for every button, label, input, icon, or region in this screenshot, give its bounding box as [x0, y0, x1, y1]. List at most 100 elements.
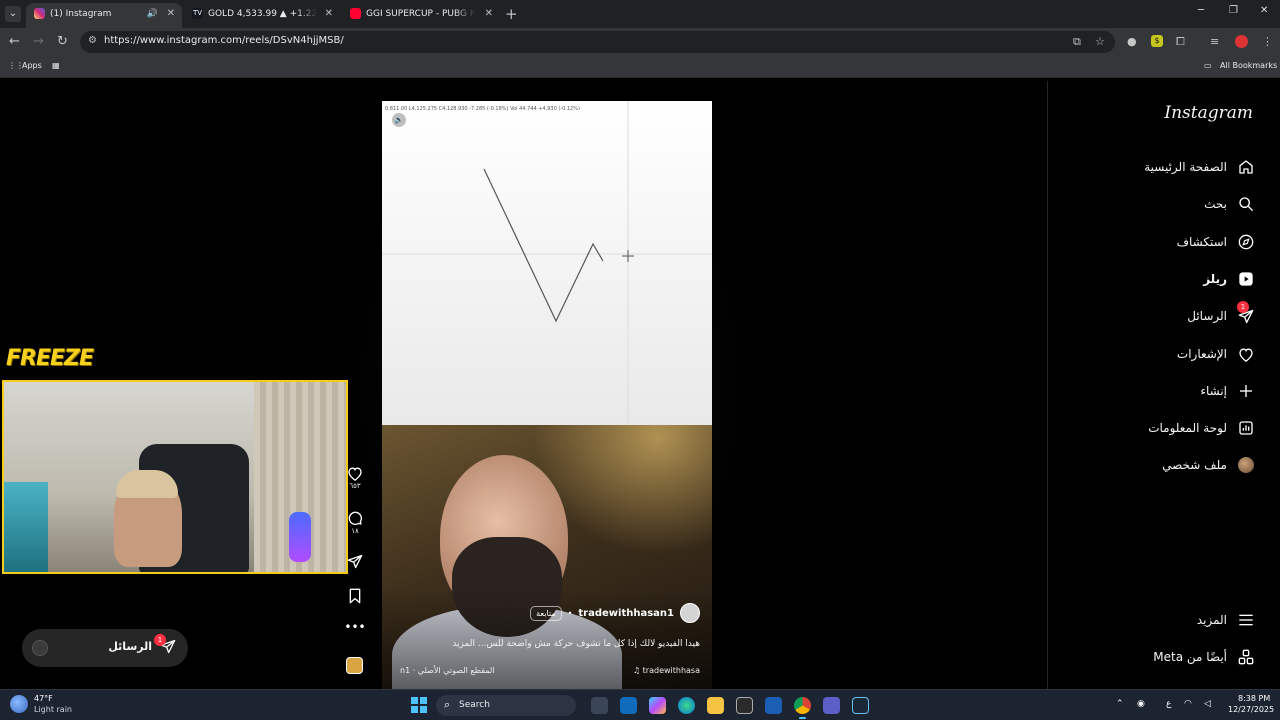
- messages-pill-label[interactable]: الرسائل: [108, 640, 152, 653]
- tab-gold[interactable]: TV GOLD 4,533.99 ▲ +1.22% Unna ✕: [184, 3, 340, 28]
- copilot-icon[interactable]: [649, 697, 666, 714]
- clock-time[interactable]: 8:38 PM: [1238, 694, 1270, 703]
- tray-overflow-icon[interactable]: ⌃: [1116, 699, 1124, 709]
- clock-date[interactable]: 12/27/2025: [1228, 705, 1274, 714]
- tab-search-button[interactable]: ⌄: [5, 6, 21, 22]
- messages-pill[interactable]: الرسائل 1: [22, 629, 188, 667]
- close-tab-icon[interactable]: ✕: [167, 3, 175, 25]
- bookmarks-bar: ⋮⋮ Apps ▦ ▭ All Bookmarks: [0, 56, 1280, 78]
- tab-groups-icon[interactable]: ▦: [52, 61, 60, 70]
- new-tab-button[interactable]: +: [505, 5, 518, 23]
- close-window-icon[interactable]: ✕: [1260, 5, 1268, 16]
- nav-meta[interactable]: أيضًا من Meta: [1153, 646, 1255, 668]
- more-dots-icon[interactable]: •••: [340, 621, 370, 633]
- comment-icon[interactable]: [347, 510, 363, 526]
- nav-create[interactable]: إنشاء: [1200, 380, 1255, 402]
- chrome-icon[interactable]: [794, 697, 811, 719]
- restore-icon[interactable]: ❐: [1229, 5, 1238, 16]
- nav-home[interactable]: الصفحة الرئيسية: [1144, 156, 1255, 178]
- share-icon[interactable]: [347, 554, 363, 569]
- extension-circle-icon[interactable]: ●: [1127, 35, 1137, 49]
- reel-audio-row[interactable]: tradewithhasa ♫ المقطع الصوتي الأصلي · n…: [400, 666, 700, 675]
- weather-temperature[interactable]: 47°F: [34, 694, 53, 703]
- weather-icon[interactable]: [10, 695, 28, 713]
- nav-more[interactable]: المزيد: [1197, 609, 1255, 631]
- file-explorer-icon[interactable]: [707, 697, 724, 714]
- bookmark-star-icon[interactable]: ☆: [1095, 35, 1105, 48]
- bookmark-all[interactable]: All Bookmarks: [1220, 61, 1277, 70]
- heart-icon[interactable]: [347, 466, 363, 481]
- profile-avatar-icon[interactable]: [1235, 35, 1248, 48]
- audio-thumbnail[interactable]: [346, 657, 363, 674]
- media-controls-icon[interactable]: ≡: [1210, 35, 1219, 49]
- explore-icon: [1237, 233, 1255, 251]
- taskbar-search[interactable]: ⌕ Search: [436, 695, 576, 716]
- reel-audio-title[interactable]: المقطع الصوتي الأصلي · n1: [400, 666, 495, 675]
- plus-icon: [1237, 382, 1255, 400]
- outlook-icon[interactable]: [620, 697, 637, 714]
- webcam-bottles: [4, 482, 48, 572]
- teams-icon[interactable]: [823, 697, 840, 714]
- taskbar-search-label: Search: [459, 700, 490, 710]
- follow-button[interactable]: متابعة: [530, 605, 562, 621]
- more-action[interactable]: •••: [340, 621, 370, 633]
- folder-icon[interactable]: ▭: [1204, 61, 1212, 70]
- bookmark-icon[interactable]: [348, 588, 362, 604]
- heart-icon: [1237, 345, 1255, 363]
- weather-description[interactable]: Light rain: [34, 705, 72, 714]
- nav-create-label: إنشاء: [1200, 384, 1227, 398]
- wifi-icon[interactable]: ◠: [1184, 699, 1192, 709]
- tab-title: GOLD 4,533.99 ▲ +1.22% Unna: [208, 9, 318, 19]
- nav-messages[interactable]: الرسائل 1: [1187, 301, 1255, 327]
- instagram-logo[interactable]: Instagram: [1164, 103, 1253, 123]
- store-icon[interactable]: [736, 697, 753, 714]
- address-bar[interactable]: ⚙ https://www.instagram.com/reels/DSvN4h…: [80, 31, 1115, 53]
- discord-tray-icon[interactable]: ◉: [1137, 699, 1145, 709]
- webcam-cap: [116, 470, 178, 498]
- save-action[interactable]: [340, 588, 370, 604]
- close-tab-icon[interactable]: ✕: [325, 3, 333, 25]
- reel-audio-author[interactable]: tradewithhasa ♫: [633, 666, 700, 675]
- tab-instagram[interactable]: (1) Instagram 🔊 ✕: [26, 3, 182, 28]
- close-tab-icon[interactable]: ✕: [485, 3, 493, 25]
- install-app-icon[interactable]: ⧉: [1073, 35, 1081, 49]
- extension-yellow-icon[interactable]: $: [1151, 35, 1163, 47]
- windows-start-icon[interactable]: [411, 697, 427, 713]
- minimize-icon[interactable]: ─: [1198, 5, 1204, 16]
- volume-icon[interactable]: ◁: [1204, 699, 1211, 709]
- reload-icon[interactable]: ↻: [57, 34, 68, 50]
- tab-title: GGI SUPERCUP - PUBG Mobile: [366, 9, 476, 19]
- tab-pubg[interactable]: GGI SUPERCUP - PUBG Mobile ✕: [342, 3, 500, 28]
- nav-reels[interactable]: ريلز: [1203, 268, 1255, 290]
- nav-more-label: المزيد: [1196, 613, 1227, 627]
- bookmark-apps[interactable]: Apps: [22, 61, 42, 70]
- reel-player[interactable]: 0.811.00 L4,125.275 C4,128.930 -7.285 (-…: [382, 101, 712, 689]
- nav-notifications-label: الإشعارات: [1176, 347, 1227, 361]
- menu-kebab-icon[interactable]: ⋮: [1262, 35, 1273, 49]
- reel-author-avatar[interactable]: [680, 603, 700, 623]
- edge-icon[interactable]: [678, 697, 695, 714]
- nav-search[interactable]: بحث: [1204, 193, 1255, 215]
- home-icon: [1237, 158, 1255, 176]
- back-icon[interactable]: ←: [9, 34, 20, 50]
- task-view-icon[interactable]: [591, 697, 608, 714]
- defender-icon[interactable]: [765, 697, 782, 714]
- nav-dashboard[interactable]: لوحة المعلومات: [1148, 417, 1255, 439]
- steam-icon[interactable]: [852, 697, 869, 714]
- nav-notifications[interactable]: الإشعارات: [1177, 343, 1255, 365]
- dashboard-icon: [1237, 419, 1255, 437]
- nav-profile[interactable]: ملف شخصي: [1162, 454, 1255, 476]
- reel-price-line: [382, 101, 712, 425]
- reel-chart-frame: 0.811.00 L4,125.275 C4,128.930 -7.285 (-…: [382, 101, 712, 425]
- extensions-puzzle-icon[interactable]: ⧠: [1176, 35, 1185, 49]
- speaker-icon[interactable]: 🔊: [147, 3, 158, 25]
- instagram-sidebar: Instagram الصفحة الرئيسية بحث استكشاف ري…: [1047, 81, 1280, 689]
- streamer-brand-text: FREEZE: [6, 346, 94, 371]
- reel-caption[interactable]: هيدا الفيديو لالك إذا كل ما تشوف حركة مش…: [400, 639, 700, 649]
- forward-icon[interactable]: →: [33, 34, 44, 50]
- url-text[interactable]: https://www.instagram.com/reels/DSvN4hjj…: [104, 35, 344, 46]
- site-info-icon[interactable]: ⚙: [88, 35, 97, 46]
- reel-author-username[interactable]: tradewithhasan1: [578, 608, 674, 619]
- nav-explore[interactable]: استكشاف: [1177, 231, 1255, 253]
- input-language[interactable]: ع: [1166, 699, 1171, 709]
